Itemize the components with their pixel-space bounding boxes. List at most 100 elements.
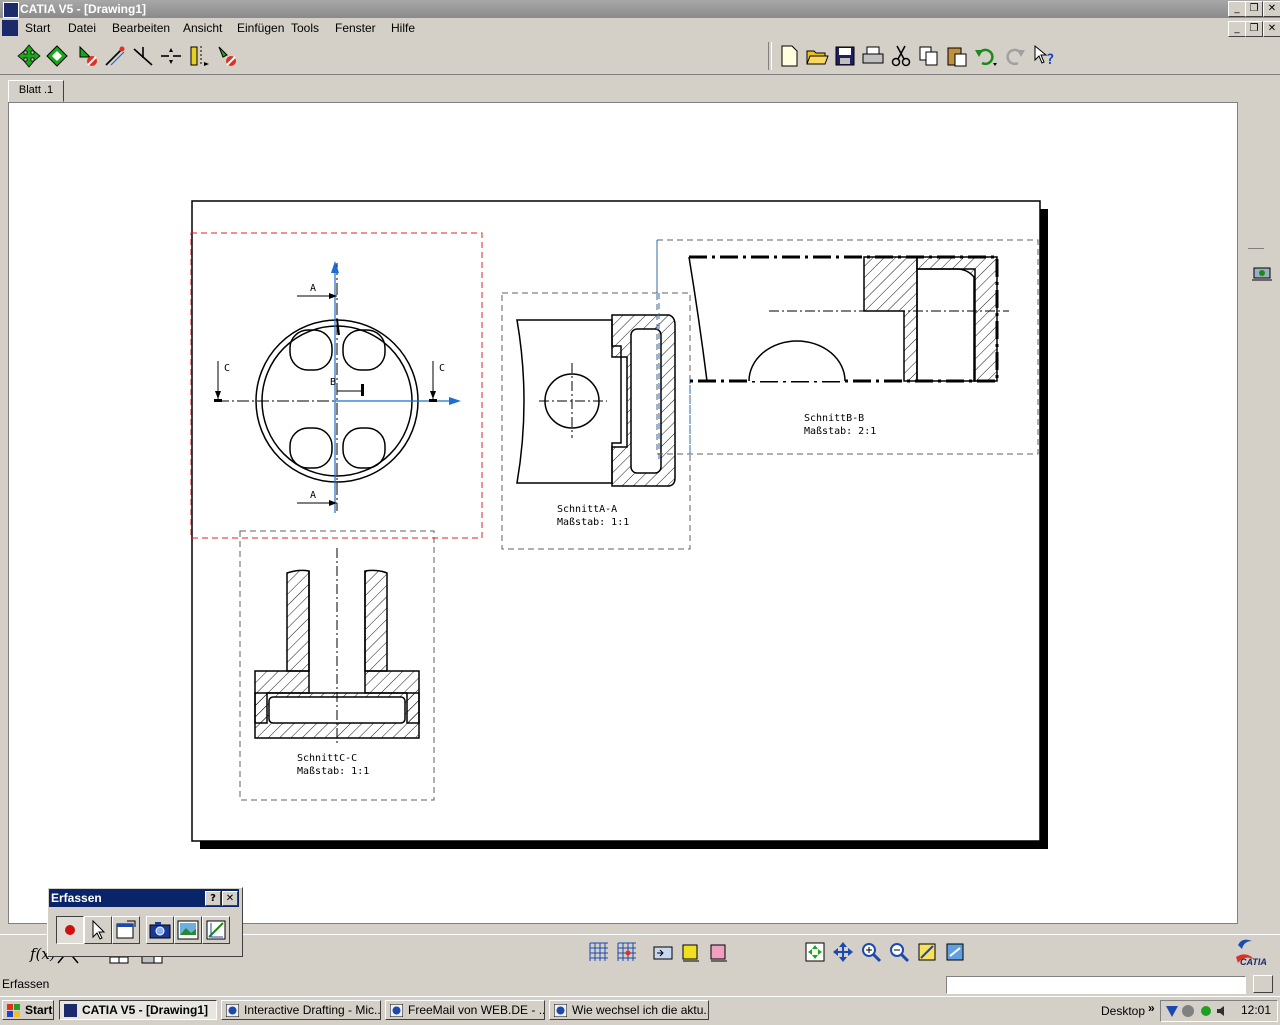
doc-restore-button[interactable]: ❐ bbox=[1245, 21, 1263, 37]
paste-icon[interactable] bbox=[945, 44, 969, 68]
rotate-icon[interactable] bbox=[45, 44, 69, 68]
section-c-title: SchnittC-C bbox=[297, 753, 357, 764]
record-icon bbox=[65, 925, 75, 935]
move-icon[interactable] bbox=[17, 44, 41, 68]
section-a-title: SchnittA-A bbox=[557, 504, 617, 515]
start-button[interactable]: Start bbox=[2, 1000, 54, 1020]
menu-ansicht[interactable]: Ansicht bbox=[183, 21, 222, 35]
task-interactive-drafting-label: Interactive Drafting - Mic... bbox=[244, 1003, 381, 1017]
taskbar: Start CATIA V5 - [Drawing1] Interactive … bbox=[0, 996, 1280, 1025]
filter-generated-icon[interactable] bbox=[708, 941, 730, 963]
catia-logo: CATIA bbox=[1232, 935, 1278, 971]
task-freemail[interactable]: FreeMail von WEB.DE - ... bbox=[385, 1000, 545, 1020]
grid-display-icon[interactable] bbox=[588, 941, 610, 963]
erfassen-close-button[interactable]: ✕ bbox=[222, 891, 238, 906]
toolbar-separator bbox=[768, 42, 772, 70]
menu-tools[interactable]: Tools bbox=[291, 21, 319, 35]
restore-button[interactable]: ❐ bbox=[1245, 1, 1263, 17]
analysis-display-icon[interactable] bbox=[652, 941, 674, 963]
window-title: CATIA V5 - [Drawing1] bbox=[20, 2, 147, 16]
snap-to-point-icon[interactable] bbox=[616, 941, 638, 963]
toolbar-grip bbox=[1248, 248, 1264, 249]
status-text: Erfassen bbox=[2, 977, 50, 991]
pan-icon[interactable] bbox=[832, 941, 854, 963]
select-arrow-icon bbox=[92, 919, 106, 940]
zoom-out-icon[interactable] bbox=[888, 941, 910, 963]
erfassen-help-button[interactable]: ? bbox=[205, 891, 221, 906]
doc-minimize-button[interactable]: _ bbox=[1228, 21, 1246, 37]
chevron-right-icon[interactable]: » bbox=[1148, 1001, 1155, 1015]
zoom-in-icon[interactable] bbox=[860, 941, 882, 963]
close-button[interactable]: ✕ bbox=[1263, 1, 1280, 17]
task-freemail-label: FreeMail von WEB.DE - ... bbox=[408, 1003, 545, 1017]
image-album-button[interactable] bbox=[174, 916, 202, 944]
dimension-system-icon[interactable] bbox=[680, 941, 702, 963]
scale-icon[interactable] bbox=[75, 44, 99, 68]
options-icon bbox=[116, 920, 136, 939]
task-catia-label: CATIA V5 - [Drawing1] bbox=[82, 1003, 209, 1017]
volume-tray-icon[interactable] bbox=[1215, 1004, 1229, 1018]
trim-icon[interactable] bbox=[131, 44, 155, 68]
task-catia[interactable]: CATIA V5 - [Drawing1] bbox=[59, 1000, 217, 1020]
settings-icon bbox=[206, 920, 226, 940]
select-button[interactable] bbox=[84, 916, 112, 944]
capture-options-button[interactable] bbox=[112, 916, 140, 944]
menu-start[interactable]: Start bbox=[25, 21, 50, 35]
swap-visible-space-icon[interactable] bbox=[944, 941, 966, 963]
break-icon[interactable] bbox=[159, 44, 183, 68]
browser-task-icon bbox=[226, 1004, 239, 1017]
offset-icon[interactable] bbox=[103, 44, 127, 68]
antivirus-tray-icon[interactable] bbox=[1181, 1004, 1195, 1018]
cut-icon[interactable] bbox=[889, 44, 913, 68]
catia-logo-text: CATIA bbox=[1240, 957, 1267, 967]
menu-hilfe[interactable]: Hilfe bbox=[391, 21, 415, 35]
menu-bar: Start Datei Bearbeiten Ansicht Einfügen … bbox=[0, 18, 1280, 38]
catia-app-icon[interactable] bbox=[3, 2, 19, 18]
print-icon[interactable] bbox=[861, 44, 885, 68]
open-folder-icon[interactable] bbox=[805, 44, 829, 68]
task-wie-wechsel-label: Wie wechsel ich die aktu... bbox=[572, 1003, 709, 1017]
security-tray-icon[interactable] bbox=[1199, 1004, 1213, 1018]
menu-einfuegen[interactable]: Einfügen bbox=[237, 21, 284, 35]
section-a-bottom-label: A bbox=[310, 490, 316, 501]
doc-close-button[interactable]: ✕ bbox=[1263, 21, 1280, 37]
windows-flag-icon bbox=[7, 1004, 20, 1017]
minimize-button[interactable]: _ bbox=[1228, 1, 1246, 17]
drawing-canvas[interactable]: A A B C C SchnittA-A Maßstab: 1:1 Schnit… bbox=[8, 102, 1238, 924]
system-tray: 12:01 bbox=[1160, 1000, 1278, 1022]
symmetry-icon[interactable] bbox=[187, 44, 211, 68]
sheet-analysis-icon[interactable] bbox=[1250, 260, 1274, 284]
whats-this-help-icon[interactable]: ? bbox=[1033, 44, 1057, 68]
record-button[interactable] bbox=[56, 916, 84, 944]
menu-bearbeiten[interactable]: Bearbeiten bbox=[112, 21, 170, 35]
task-interactive-drafting[interactable]: Interactive Drafting - Mic... bbox=[221, 1000, 381, 1020]
svg-text:?: ? bbox=[1046, 52, 1054, 68]
fit-all-in-icon[interactable] bbox=[804, 941, 826, 963]
menu-fenster[interactable]: Fenster bbox=[335, 21, 376, 35]
translate-icon[interactable] bbox=[215, 44, 239, 68]
new-file-icon[interactable] bbox=[777, 44, 801, 68]
erfassen-title: Erfassen bbox=[51, 891, 102, 905]
section-b-title: SchnittB-B bbox=[804, 413, 864, 424]
power-input-button[interactable] bbox=[1253, 975, 1273, 993]
desktop-toolbar-label[interactable]: Desktop bbox=[1101, 1004, 1145, 1018]
task-wie-wechsel[interactable]: Wie wechsel ich die aktu... bbox=[549, 1000, 709, 1020]
sheet-tab[interactable]: Blatt .1 bbox=[8, 80, 64, 102]
capture-camera-button[interactable] bbox=[146, 916, 174, 944]
right-toolbar-strip bbox=[1244, 76, 1280, 934]
copy-icon[interactable] bbox=[917, 44, 941, 68]
document-icon[interactable] bbox=[2, 20, 18, 36]
browser-task-icon bbox=[390, 1004, 403, 1017]
power-input-field[interactable] bbox=[946, 976, 1246, 994]
network-tray-icon[interactable] bbox=[1165, 1004, 1179, 1018]
hide-show-icon[interactable] bbox=[916, 941, 938, 963]
erfassen-palette[interactable]: Erfassen ? ✕ bbox=[47, 887, 243, 957]
section-a-top-label: A bbox=[310, 283, 316, 294]
browser-task-icon bbox=[554, 1004, 567, 1017]
capture-settings-button[interactable] bbox=[202, 916, 230, 944]
section-b-scale: Maßstab: 2:1 bbox=[804, 426, 876, 437]
undo-icon[interactable] bbox=[973, 44, 997, 68]
menu-datei[interactable]: Datei bbox=[68, 21, 96, 35]
redo-icon[interactable] bbox=[1003, 44, 1027, 68]
save-icon[interactable] bbox=[833, 44, 857, 68]
